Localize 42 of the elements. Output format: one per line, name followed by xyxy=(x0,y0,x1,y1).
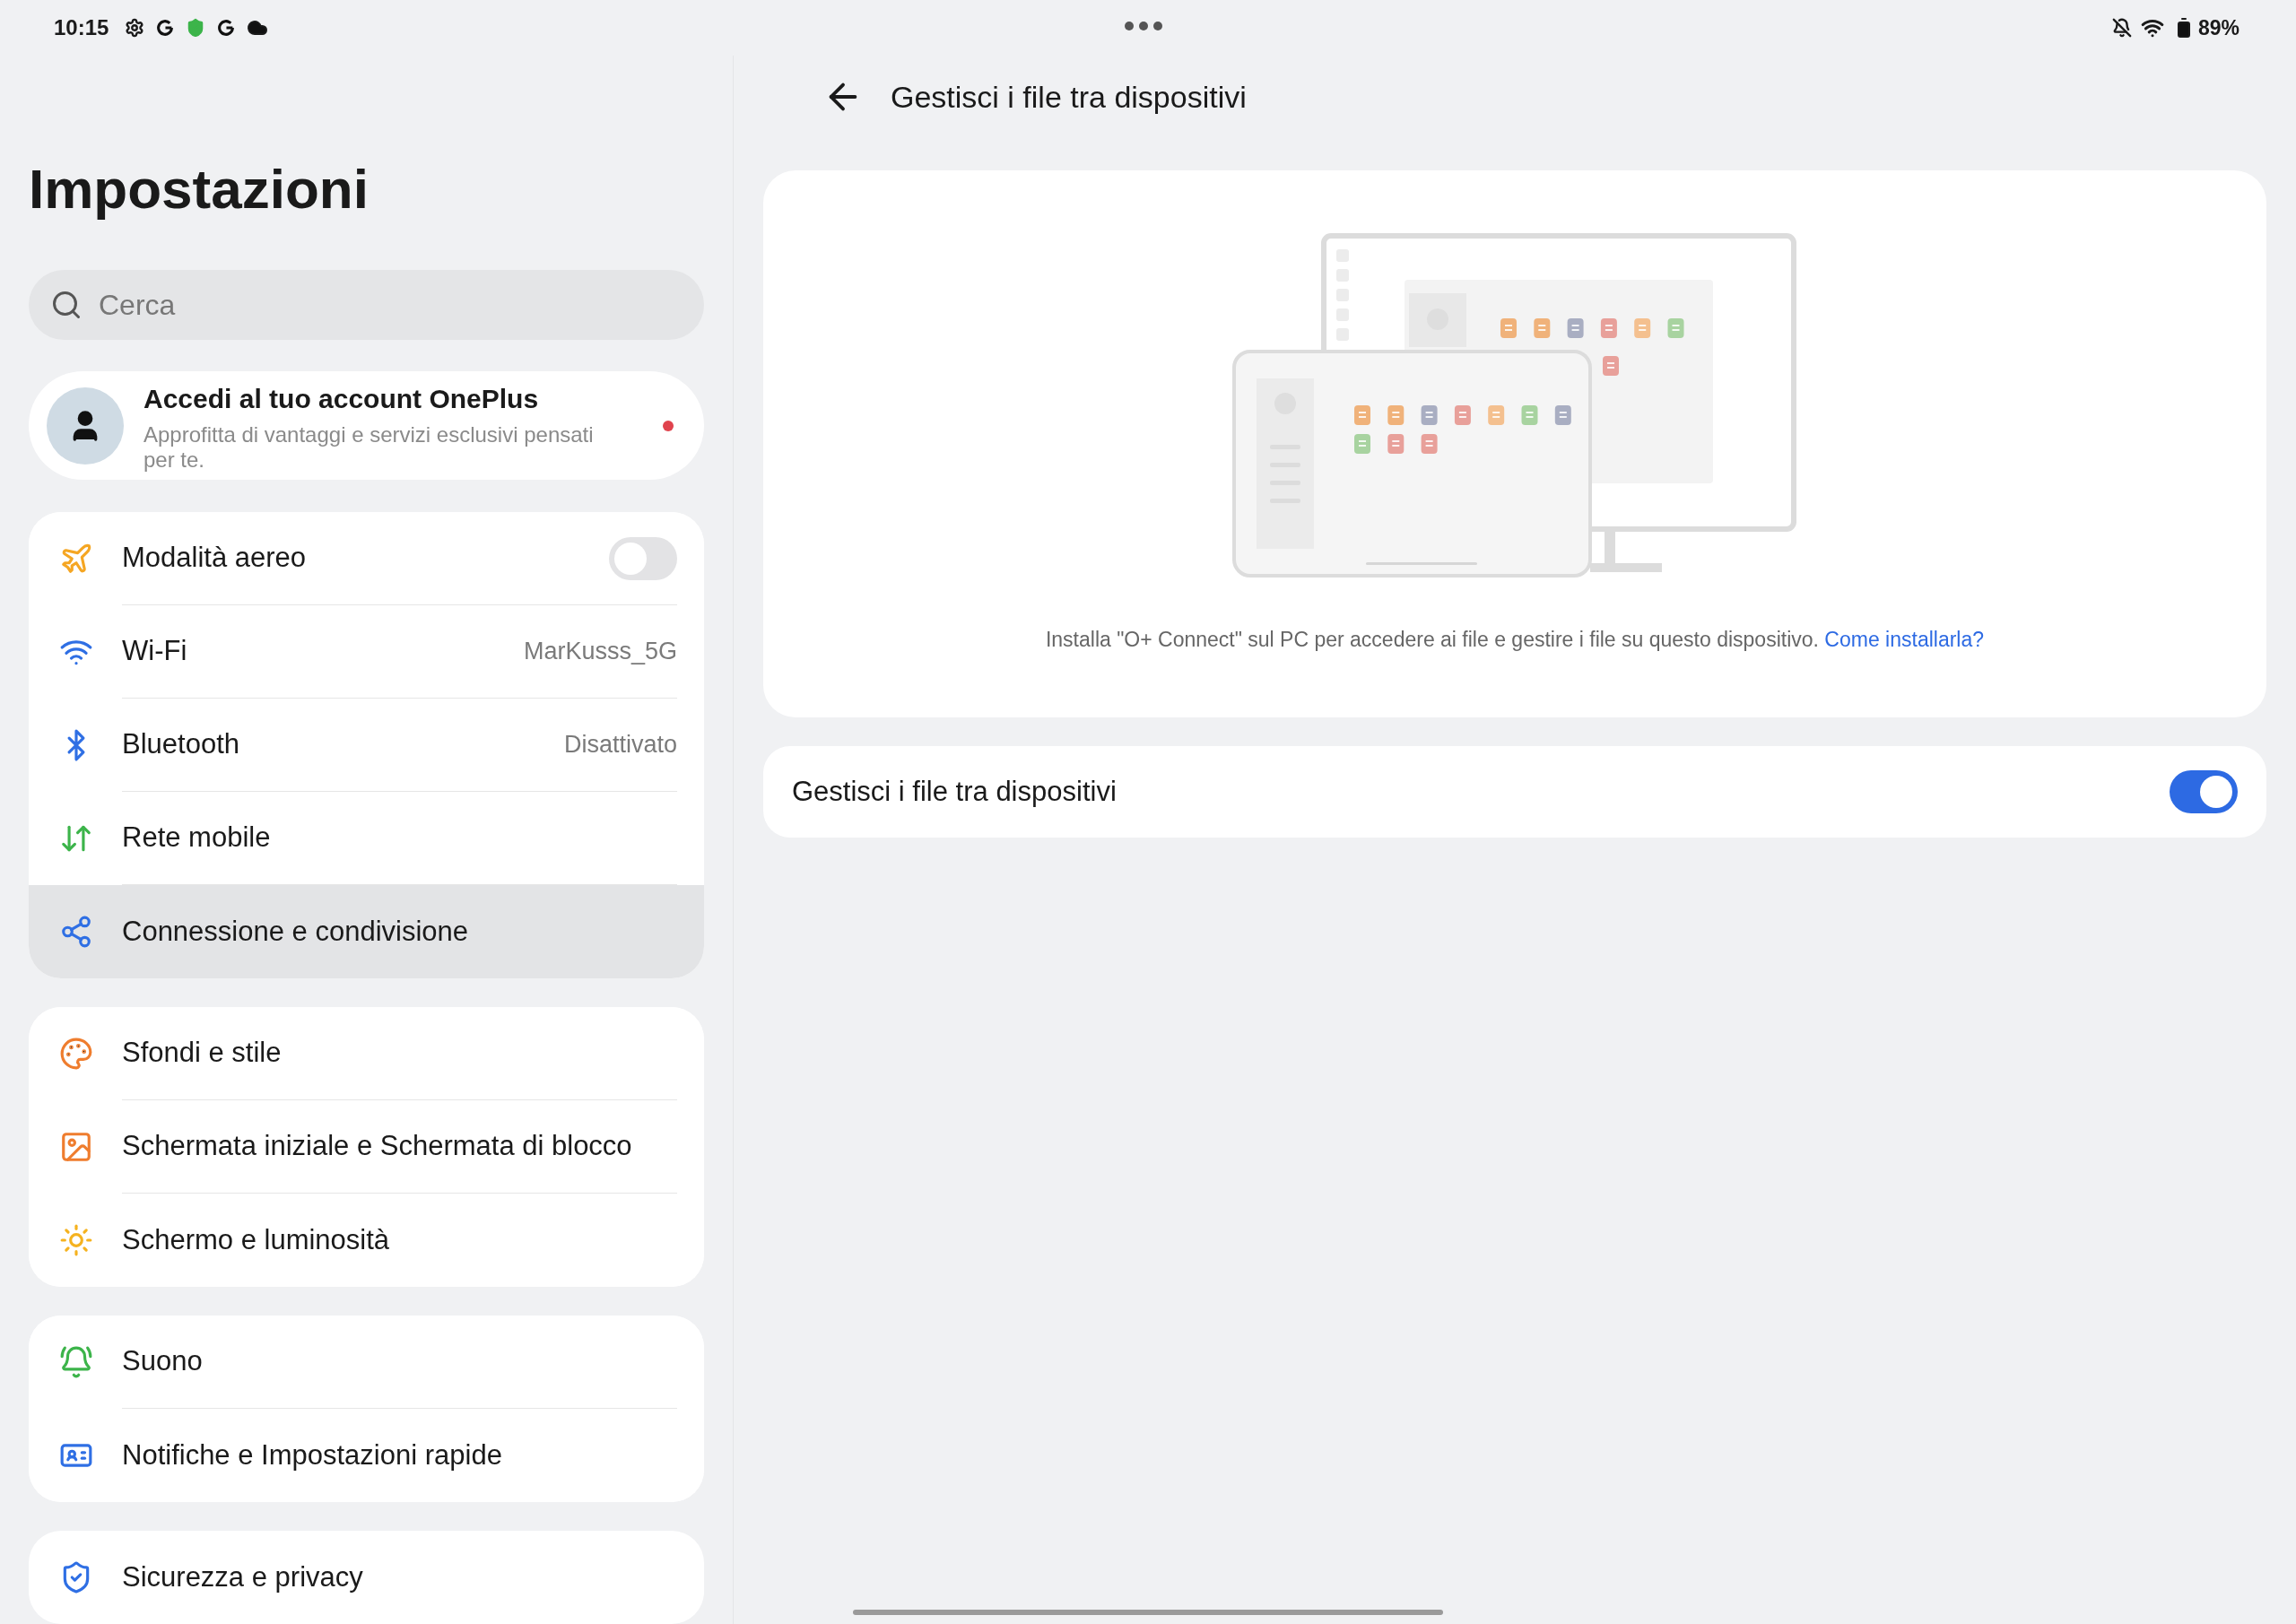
item-label: Sfondi e stile xyxy=(122,1036,283,1071)
settings-item[interactable]: Modalità aereo xyxy=(29,512,704,605)
item-label: Rete mobile xyxy=(122,821,272,855)
sun-icon xyxy=(59,1223,93,1257)
setting-row[interactable]: Gestisci i file tra dispositivi xyxy=(763,746,2266,838)
g-logo-icon xyxy=(216,18,237,38)
bell-icon xyxy=(59,1345,93,1379)
account-subtitle: Approfitta di vantaggi e servizi esclusivi pensati per te. xyxy=(144,422,595,473)
item-label: Sicurezza e privacy xyxy=(122,1559,364,1594)
item-label: Modalità aereo xyxy=(122,541,308,576)
setting-toggle[interactable] xyxy=(2170,770,2238,813)
g-logo-icon xyxy=(155,18,176,38)
status-time: 10:15 xyxy=(54,14,109,41)
item-label: Schermo e luminosità xyxy=(122,1222,391,1257)
more-dots-icon[interactable] xyxy=(1125,22,1162,30)
item-label: Schermata iniziale e Schermata di blocco xyxy=(122,1129,633,1164)
settings-icon xyxy=(125,18,145,38)
item-value: Disattivato xyxy=(563,730,677,760)
item-label: Bluetooth xyxy=(122,727,240,762)
item-label: Suono xyxy=(122,1344,204,1379)
setting-label: Gestisci i file tra dispositivi xyxy=(792,774,1118,809)
palette-icon xyxy=(59,1037,93,1071)
settings-item[interactable]: Sfondi e stile xyxy=(29,1007,704,1100)
airplane-icon xyxy=(59,542,93,576)
bell-muted-icon xyxy=(2111,18,2132,38)
image-icon xyxy=(59,1130,93,1164)
account-card[interactable]: Accedi al tuo account OnePlus Approfitta di vantaggi e servizi esclusivi pensati per te. xyxy=(29,371,704,480)
connection-icon xyxy=(59,915,93,949)
install-hint: Installa "O+ Connect" sul PC per accedere ai file e gestire i file su questo dispositivo. Come installarla? xyxy=(1045,627,1985,653)
item-label: Wi-Fi xyxy=(122,634,188,669)
account-title: Accedi al tuo account OnePlus xyxy=(144,383,540,415)
airplane-toggle[interactable] xyxy=(609,536,677,580)
detail-title: Gestisci i file tra dispositivi xyxy=(891,78,1247,116)
search-field[interactable]: Cerca xyxy=(29,270,704,340)
battery-percent: 89% xyxy=(2197,14,2239,41)
item-value: MarKusss_5G xyxy=(523,637,677,667)
settings-item[interactable]: Connessione e condivisione xyxy=(29,885,704,978)
install-link[interactable]: Come installarla? xyxy=(1824,628,1985,651)
item-label: Notifiche e Impostazioni rapide xyxy=(122,1437,503,1472)
settings-item[interactable]: Suono xyxy=(29,1316,704,1409)
item-label: Connessione e condivisione xyxy=(122,914,470,949)
search-icon xyxy=(50,289,83,321)
